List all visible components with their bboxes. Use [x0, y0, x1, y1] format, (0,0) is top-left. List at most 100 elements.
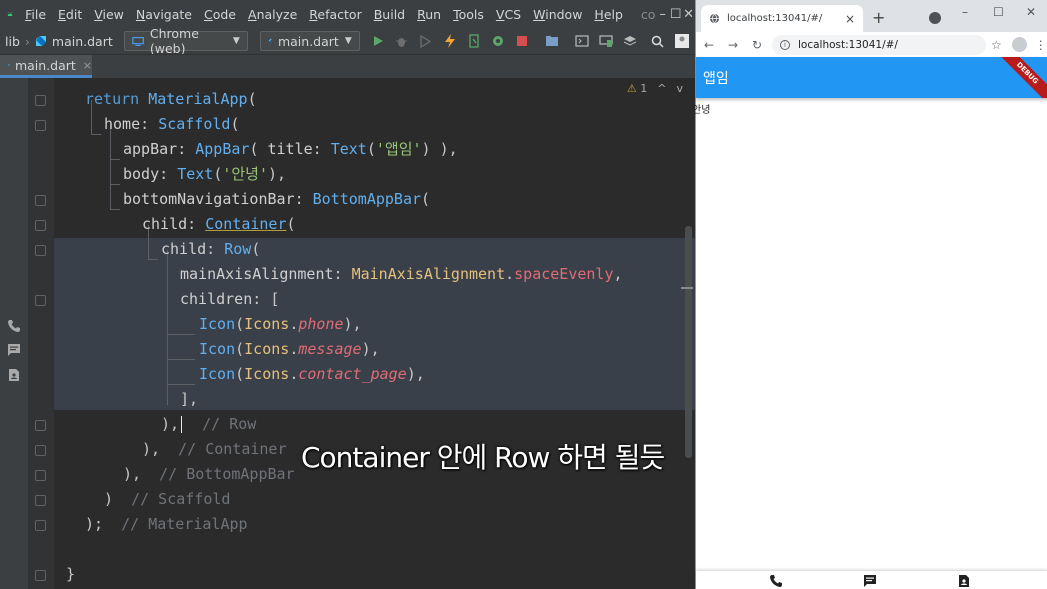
- fold-marker-icon[interactable]: [35, 195, 46, 206]
- close-icon[interactable]: ×: [845, 12, 855, 26]
- bottom-app-bar: [696, 571, 1047, 589]
- fold-marker-icon[interactable]: [35, 495, 46, 506]
- flutter-icon: [268, 38, 272, 44]
- menu-view[interactable]: View: [88, 7, 130, 22]
- menu-window[interactable]: Window: [527, 7, 588, 22]
- menu-code[interactable]: Code: [198, 7, 242, 22]
- project-name: contact: [640, 6, 656, 22]
- menu-analyze[interactable]: Analyze: [242, 7, 303, 22]
- profile-avatar-icon[interactable]: [1011, 37, 1027, 52]
- globe-icon: [709, 13, 720, 24]
- warning-indicator[interactable]: ⚠ 1: [627, 82, 647, 95]
- address-bar[interactable]: i localhost:13041/#/: [772, 34, 986, 55]
- hot-restart-icon[interactable]: [466, 33, 482, 49]
- run-config-selector[interactable]: main.dart ▼: [259, 31, 360, 51]
- more-menu-icon[interactable]: ⋮: [1035, 38, 1047, 52]
- chevron-down-icon[interactable]: v: [676, 82, 683, 95]
- terminal-icon[interactable]: [574, 33, 590, 49]
- contact-page-icon[interactable]: [7, 368, 21, 382]
- fold-marker-icon[interactable]: [35, 520, 46, 531]
- code-line-2: home: Scaffold(: [104, 115, 240, 133]
- device-selector[interactable]: Chrome (web) ▼: [123, 26, 248, 56]
- guide-line: [110, 125, 111, 210]
- code-editor[interactable]: return MaterialApp( home: Scaffold( appB…: [54, 78, 695, 589]
- menu-file[interactable]: File: [19, 7, 52, 22]
- code-line-4: body: Text('안녕'),: [123, 165, 287, 183]
- fold-marker-icon[interactable]: [35, 245, 46, 256]
- phone-icon[interactable]: [769, 574, 783, 588]
- new-tab-icon[interactable]: +: [872, 8, 888, 27]
- message-icon[interactable]: [7, 343, 21, 357]
- menu-vcs[interactable]: VCS: [490, 7, 527, 22]
- menu-help[interactable]: Help: [588, 7, 629, 22]
- fold-marker-icon[interactable]: [35, 295, 46, 306]
- code-line-14: ), // Row: [161, 415, 257, 433]
- browser-window: localhost:13041/#/ × + – ☐ ✕ ← → ↻ i loc…: [692, 0, 1047, 589]
- forward-icon[interactable]: →: [722, 38, 744, 52]
- sdk-manager-icon[interactable]: [622, 33, 638, 49]
- menu-run[interactable]: Run: [411, 7, 447, 22]
- fold-marker-icon[interactable]: [35, 95, 46, 106]
- fold-marker-icon[interactable]: [35, 120, 46, 131]
- code-line-7: child: Row(: [161, 240, 261, 258]
- breadcrumb-file[interactable]: main.dart: [52, 34, 113, 49]
- tab-main-dart[interactable]: main.dart ×: [0, 55, 92, 78]
- browser-tab[interactable]: localhost:13041/#/ ×: [701, 5, 863, 32]
- tab-label: main.dart: [14, 57, 76, 73]
- menu-edit[interactable]: Edit: [52, 7, 88, 22]
- code-line-15: ), // Container: [142, 440, 287, 458]
- breadcrumb-lib[interactable]: lib: [5, 34, 20, 49]
- debug-icon[interactable]: [394, 33, 410, 49]
- run-config-label: main.dart: [277, 33, 339, 49]
- editor-scrollbar[interactable]: [685, 226, 692, 458]
- contact-page-icon[interactable]: [957, 574, 971, 588]
- video-subtitle: Container 안에 Row 하면 될듯: [301, 441, 665, 474]
- hot-reload-icon[interactable]: [442, 33, 458, 49]
- back-icon[interactable]: ←: [698, 38, 720, 52]
- device-manager-icon[interactable]: [598, 33, 614, 49]
- menu-navigate[interactable]: Navigate: [130, 7, 198, 22]
- text-caret: [181, 416, 183, 433]
- scroll-marker: [681, 287, 693, 289]
- code-line-10: Icon(Icons.phone),: [199, 315, 362, 333]
- search-icon[interactable]: [650, 33, 666, 49]
- run-icon[interactable]: [370, 33, 386, 49]
- fold-marker-icon[interactable]: [35, 470, 46, 481]
- code-line-9: children: [: [180, 290, 280, 308]
- fold-marker-icon[interactable]: [35, 420, 46, 431]
- tab-search-icon[interactable]: [929, 12, 941, 24]
- flutter-inspector-icon[interactable]: [490, 33, 506, 49]
- menu-tools[interactable]: Tools: [447, 7, 490, 22]
- guide-line: [167, 359, 195, 360]
- inspection-widget[interactable]: ⚠ 1 ^ v: [627, 82, 683, 95]
- ide-maximize-button[interactable]: ☐: [669, 7, 682, 22]
- code-line-1: return MaterialApp(: [85, 90, 257, 108]
- ide-close-button[interactable]: ✕: [682, 7, 695, 22]
- code-line-19: }: [66, 565, 76, 583]
- chevron-up-icon[interactable]: ^: [657, 82, 666, 95]
- code-line-6: child: Container(: [142, 215, 296, 233]
- fold-marker-icon[interactable]: [35, 445, 46, 456]
- menu-refactor[interactable]: Refactor: [303, 7, 367, 22]
- coverage-icon[interactable]: [418, 33, 434, 49]
- device-selector-label: Chrome (web): [149, 26, 199, 56]
- message-icon[interactable]: [863, 574, 877, 588]
- fold-marker-icon[interactable]: [35, 570, 46, 581]
- menu-build[interactable]: Build: [368, 7, 411, 22]
- bookmark-star-icon[interactable]: ☆: [991, 38, 1002, 52]
- ide-minimize-button[interactable]: –: [656, 7, 669, 22]
- stop-icon[interactable]: [514, 33, 530, 49]
- phone-icon[interactable]: [7, 319, 21, 333]
- fold-marker-icon[interactable]: [35, 220, 46, 231]
- browser-tab-title: localhost:13041/#/: [727, 13, 823, 24]
- reload-icon[interactable]: ↻: [746, 38, 768, 52]
- browser-maximize-button[interactable]: ☐: [993, 5, 1004, 19]
- project-structure-icon[interactable]: [544, 33, 560, 49]
- browser-close-button[interactable]: ✕: [1026, 5, 1036, 19]
- browser-minimize-button[interactable]: –: [962, 5, 968, 19]
- monitor-icon: [132, 36, 144, 46]
- chevron-down-icon: ▼: [344, 36, 352, 46]
- tab-close-icon[interactable]: ×: [83, 59, 92, 72]
- info-icon[interactable]: i: [780, 39, 790, 50]
- user-avatar-icon[interactable]: [674, 33, 690, 49]
